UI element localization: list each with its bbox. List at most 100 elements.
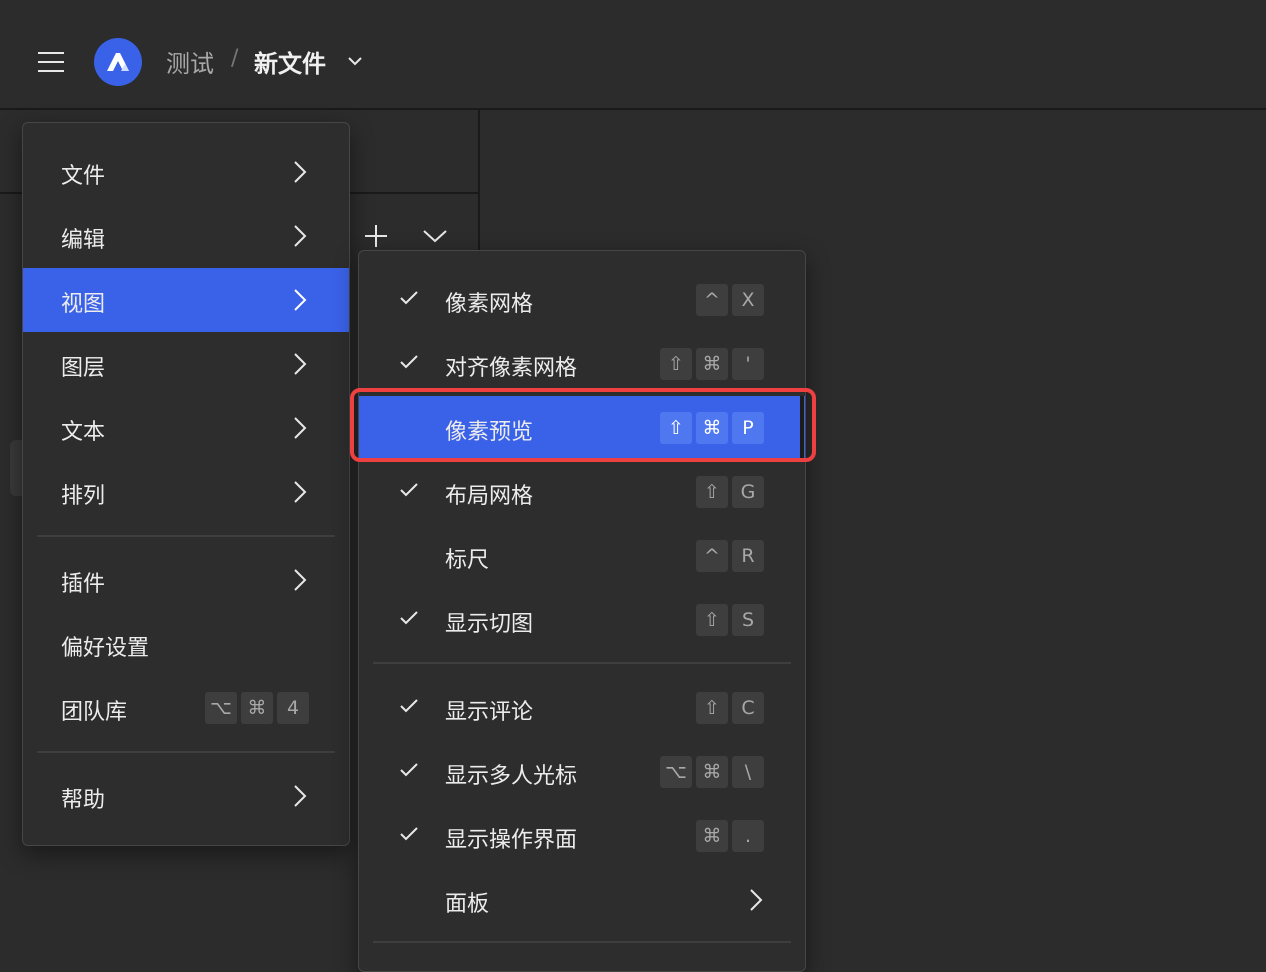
submenu-item-show-comments[interactable]: 显示评论 ⇧ C xyxy=(359,676,805,740)
top-bar: 测试 / 新文件 xyxy=(0,0,1266,110)
checkmark-icon xyxy=(400,611,418,625)
chevron-right-icon xyxy=(294,417,307,439)
option-key-icon: ⌥ xyxy=(660,756,692,788)
menu-item-text[interactable]: 文本 xyxy=(23,396,349,460)
submenu-item-label: 显示多人光标 xyxy=(445,764,578,789)
keyboard-shortcut: ⌘ . xyxy=(696,820,764,852)
submenu-item-show-ui[interactable]: 显示操作界面 ⌘ . xyxy=(359,804,805,868)
checkmark-icon xyxy=(400,763,418,777)
checkmark-icon xyxy=(400,355,418,369)
chevron-right-icon xyxy=(294,785,307,807)
view-submenu: 像素网格 ^ X 对齐像素网格 ⇧ ⌘ ' 像素预览 ⇧ ⌘ P 布局网格 ⇧ … xyxy=(358,250,806,972)
submenu-item-label: 对齐像素网格 xyxy=(445,356,578,381)
shift-key-icon: ⇧ xyxy=(696,604,728,636)
menu-item-label: 文件 xyxy=(61,164,106,189)
menu-item-label: 排列 xyxy=(61,484,106,509)
shift-key-icon: ⇧ xyxy=(660,348,692,380)
submenu-item-rulers[interactable]: 标尺 ^ R xyxy=(359,524,805,588)
menu-item-label: 视图 xyxy=(61,292,106,317)
keyboard-shortcut: ^ R xyxy=(696,540,764,572)
hamburger-menu-icon[interactable] xyxy=(38,52,66,72)
menu-item-label: 插件 xyxy=(61,572,106,597)
shortcut-key: G xyxy=(732,476,764,508)
menu-item-label: 文本 xyxy=(61,420,106,445)
checkmark-icon xyxy=(400,483,418,497)
shortcut-key: \ xyxy=(732,756,764,788)
breadcrumb-project[interactable]: 测试 xyxy=(166,44,214,79)
shift-key-icon: ⇧ xyxy=(696,476,728,508)
menu-separator xyxy=(373,662,791,664)
submenu-item-panels[interactable]: 面板 xyxy=(359,868,805,932)
shortcut-key: X xyxy=(732,284,764,316)
submenu-item-label: 标尺 xyxy=(445,548,490,573)
menu-item-help[interactable]: 帮助 xyxy=(23,764,349,828)
breadcrumb-file-name[interactable]: 新文件 xyxy=(254,44,326,79)
plus-icon[interactable] xyxy=(364,224,388,248)
checkmark-icon xyxy=(400,699,418,713)
checkmark-icon xyxy=(400,827,418,841)
keyboard-shortcut: ⇧ G xyxy=(696,476,764,508)
chevron-right-icon xyxy=(294,353,307,375)
shortcut-key: C xyxy=(732,692,764,724)
menu-separator xyxy=(37,535,335,537)
submenu-item-show-multiplayer-cursors[interactable]: 显示多人光标 ⌥ ⌘ \ xyxy=(359,740,805,804)
keyboard-shortcut: ⌥ ⌘ 4 xyxy=(205,692,309,724)
shortcut-key: S xyxy=(732,604,764,636)
submenu-item-snap-to-pixel-grid[interactable]: 对齐像素网格 ⇧ ⌘ ' xyxy=(359,332,805,396)
submenu-item-label: 显示评论 xyxy=(445,700,534,725)
app-logo[interactable] xyxy=(94,38,142,86)
submenu-item-show-slices[interactable]: 显示切图 ⇧ S xyxy=(359,588,805,652)
menu-item-plugins[interactable]: 插件 xyxy=(23,548,349,612)
checkmark-icon xyxy=(400,291,418,305)
highlight-outline xyxy=(350,388,816,462)
submenu-item-label: 显示切图 xyxy=(445,612,534,637)
keyboard-shortcut: ^ X xyxy=(696,284,764,316)
keyboard-shortcut: ⇧ ⌘ ' xyxy=(660,348,764,380)
submenu-item-layout-grid[interactable]: 布局网格 ⇧ G xyxy=(359,460,805,524)
chevron-right-icon xyxy=(294,569,307,591)
chevron-right-icon xyxy=(294,225,307,247)
command-key-icon: ⌘ xyxy=(241,692,273,724)
menu-item-edit[interactable]: 编辑 xyxy=(23,204,349,268)
chevron-down-icon[interactable] xyxy=(347,56,363,66)
shift-key-icon: ⇧ xyxy=(696,692,728,724)
chevron-right-icon xyxy=(294,481,307,503)
submenu-item-label: 布局网格 xyxy=(445,484,534,509)
keyboard-shortcut: ⇧ C xyxy=(696,692,764,724)
menu-item-view[interactable]: 视图 xyxy=(23,268,349,332)
option-key-icon: ⌥ xyxy=(205,692,237,724)
menu-item-label: 偏好设置 xyxy=(61,636,150,661)
chevron-right-icon xyxy=(294,289,307,311)
command-key-icon: ⌘ xyxy=(696,820,728,852)
shortcut-key: . xyxy=(732,820,764,852)
menu-item-label: 帮助 xyxy=(61,788,106,813)
menu-separator xyxy=(37,751,335,753)
keyboard-shortcut: ⌥ ⌘ \ xyxy=(660,756,764,788)
menu-item-preferences[interactable]: 偏好设置 xyxy=(23,612,349,676)
command-key-icon: ⌘ xyxy=(696,348,728,380)
submenu-item-label: 像素网格 xyxy=(445,292,534,317)
menu-item-file[interactable]: 文件 xyxy=(23,140,349,204)
command-key-icon: ⌘ xyxy=(696,756,728,788)
keyboard-shortcut: ⇧ S xyxy=(696,604,764,636)
control-key-icon: ^ xyxy=(696,284,728,316)
chevron-right-icon xyxy=(294,161,307,183)
menu-item-team-library[interactable]: 团队库 ⌥ ⌘ 4 xyxy=(23,676,349,740)
breadcrumb-separator: / xyxy=(231,46,239,71)
shortcut-key: R xyxy=(732,540,764,572)
menu-item-label: 编辑 xyxy=(61,228,106,253)
submenu-item-label: 面板 xyxy=(445,892,490,917)
menu-item-label: 图层 xyxy=(61,356,106,381)
main-menu: 文件 编辑 视图 图层 文本 排列 插件 偏好设置 团队库 ⌥ ⌘ 4 帮助 xyxy=(22,122,350,846)
submenu-item-label: 显示操作界面 xyxy=(445,828,578,853)
submenu-item-pixel-grid[interactable]: 像素网格 ^ X xyxy=(359,268,805,332)
menu-separator xyxy=(373,941,791,943)
shortcut-key: 4 xyxy=(277,692,309,724)
menu-item-label: 团队库 xyxy=(61,700,128,725)
menu-item-layer[interactable]: 图层 xyxy=(23,332,349,396)
shortcut-key: ' xyxy=(732,348,764,380)
menu-item-arrange[interactable]: 排列 xyxy=(23,460,349,524)
control-key-icon: ^ xyxy=(696,540,728,572)
chevron-down-icon[interactable] xyxy=(422,228,448,244)
chevron-right-icon xyxy=(750,889,763,911)
